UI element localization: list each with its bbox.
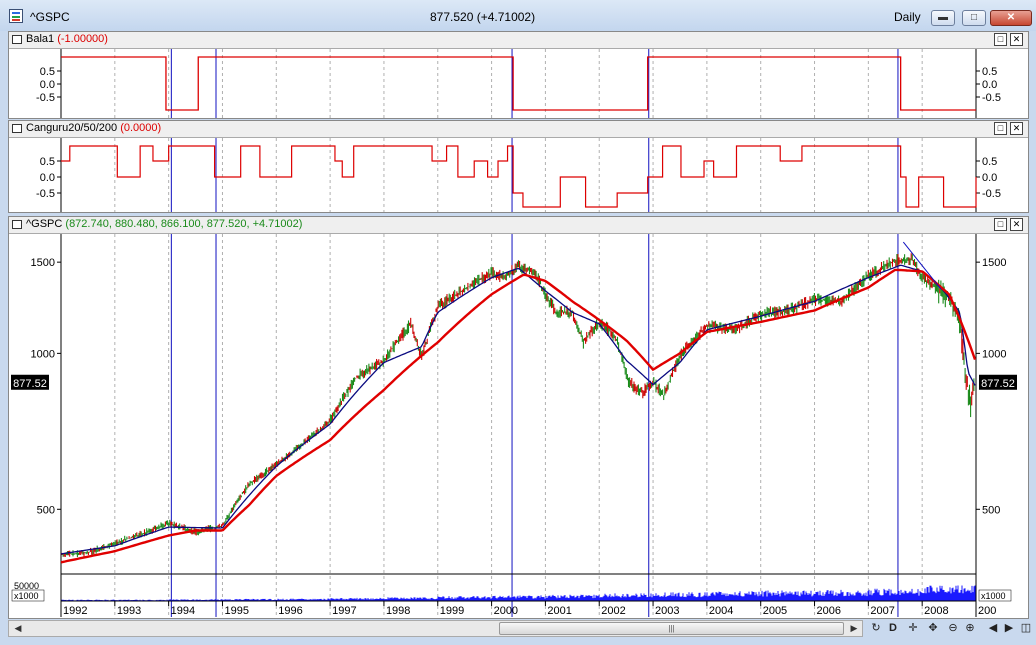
bala-indicator-pane: Bala1 (-1.00000) □ ✕ 0.5 0.5 0.0 0.0 -0.5 -0.… <box>8 31 1029 119</box>
year-tick-label: 1995 <box>224 605 248 617</box>
period-label: Daily <box>894 10 921 24</box>
year-tick-label: 1997 <box>332 605 356 617</box>
bala-tick-label-left: -0.5 <box>36 92 55 104</box>
canguru-signal-line <box>61 145 977 208</box>
year-tick-label: 2002 <box>601 605 625 617</box>
canguru-tick-label-left: 0.5 <box>40 156 55 168</box>
price-chart: 1500 15001000 1000500 500877.52 877.52x10005… <box>11 234 1017 617</box>
minimize-icon[interactable]: ▬ <box>931 10 955 26</box>
refresh-icon[interactable]: ↻ <box>868 620 884 637</box>
year-tick-label: 2008 <box>924 605 948 617</box>
price-pane: ^GSPC (872.740, 880.480, 866.100, 877.52… <box>8 216 1029 619</box>
crosshair-icon[interactable]: ✛ <box>905 620 921 637</box>
last-price-change: 877.520 (+4.71002) <box>430 10 536 24</box>
zoom-in-icon[interactable]: ⊕ <box>962 620 978 637</box>
canguru-tick-label-right: -0.5 <box>982 188 1001 200</box>
volume-scale-label-right: x1000 <box>981 591 1006 601</box>
year-tick-label: 1993 <box>117 605 141 617</box>
canguru-indicator-pane: Canguru20/50/200 (0.0000) □ ✕ 0.5 0.5 0.0 0… <box>8 120 1029 213</box>
price-tick-label-right: 500 <box>982 504 1000 516</box>
price-tick-label-left: 1500 <box>31 257 55 269</box>
bala-tick-label-right: -0.5 <box>982 92 1001 104</box>
bala-chart: 0.5 0.50.0 0.0-0.5 -0.5 <box>36 49 1001 118</box>
volume-scale-label-left: x1000 <box>14 591 39 601</box>
window-titlebar[interactable]: ^GSPC 877.520 (+4.71002) Daily ▬ □ ✕ <box>0 0 1036 31</box>
canguru-tick-label-left: -0.5 <box>36 188 55 200</box>
year-tick-label: 2001 <box>547 605 571 617</box>
year-tick-label: 2004 <box>709 605 733 617</box>
daily-period-button[interactable]: D <box>885 620 901 637</box>
bala-tick-label-right: 0.0 <box>982 79 997 91</box>
year-tick-label: 1998 <box>386 605 410 617</box>
last-price-label-left: 877.52 <box>13 378 47 390</box>
year-tick-label: 1992 <box>63 605 87 617</box>
year-tick-label: 2007 <box>870 605 894 617</box>
zoom-out-icon[interactable]: ⊖ <box>945 620 961 637</box>
pan-icon[interactable]: ✥ <box>925 620 941 637</box>
price-tick-label-right: 1000 <box>982 348 1006 360</box>
price-tick-label-right: 1500 <box>982 257 1006 269</box>
canguru-chart: 0.5 0.5 0.0 0.0 -0.5 -0.5 <box>36 138 1001 212</box>
year-tick-label: 1999 <box>440 605 464 617</box>
close-icon[interactable]: ✕ <box>990 10 1032 26</box>
split-icon[interactable]: ◫ <box>1018 620 1034 637</box>
volume-top-label: 50000 <box>14 581 39 591</box>
maximize-icon[interactable]: □ <box>962 10 986 26</box>
last-price-label-right: 877.52 <box>981 378 1015 390</box>
chart-app-icon <box>9 9 23 23</box>
year-tick-label: 200 <box>978 605 996 617</box>
year-tick-label: 1996 <box>278 605 302 617</box>
scroll-left-arrow-icon[interactable]: ◀ <box>11 622 25 635</box>
horizontal-scrollbar[interactable]: ◀ ||| ▶ <box>8 620 863 637</box>
price-tick-label-left: 1000 <box>31 348 55 360</box>
fast-moving-average <box>60 264 976 555</box>
next-icon[interactable]: ▶ <box>1001 620 1017 637</box>
year-tick-label: 2000 <box>494 605 518 617</box>
canguru-tick-label-right: 0.5 <box>982 156 997 168</box>
canguru-tick-label-right: 0.0 <box>982 172 997 184</box>
year-tick-label: 2005 <box>763 605 787 617</box>
slow-moving-average <box>60 268 977 564</box>
bala-tick-label-left: 0.0 <box>40 79 55 91</box>
canguru-tick-label-left: 0.0 <box>40 172 55 184</box>
scroll-right-arrow-icon[interactable]: ▶ <box>847 622 861 635</box>
scroll-thumb[interactable]: ||| <box>499 622 844 635</box>
bala-tick-label-left: 0.5 <box>40 66 55 78</box>
bala-signal-line <box>61 56 976 111</box>
year-tick-label: 1994 <box>171 605 195 617</box>
price-tick-label-left: 500 <box>37 504 55 516</box>
prev-icon[interactable]: ◀ <box>985 620 1001 637</box>
year-tick-label: 2003 <box>655 605 679 617</box>
year-tick-label: 2006 <box>817 605 841 617</box>
bala-tick-label-right: 0.5 <box>982 66 997 78</box>
window-title: ^GSPC <box>30 10 70 24</box>
